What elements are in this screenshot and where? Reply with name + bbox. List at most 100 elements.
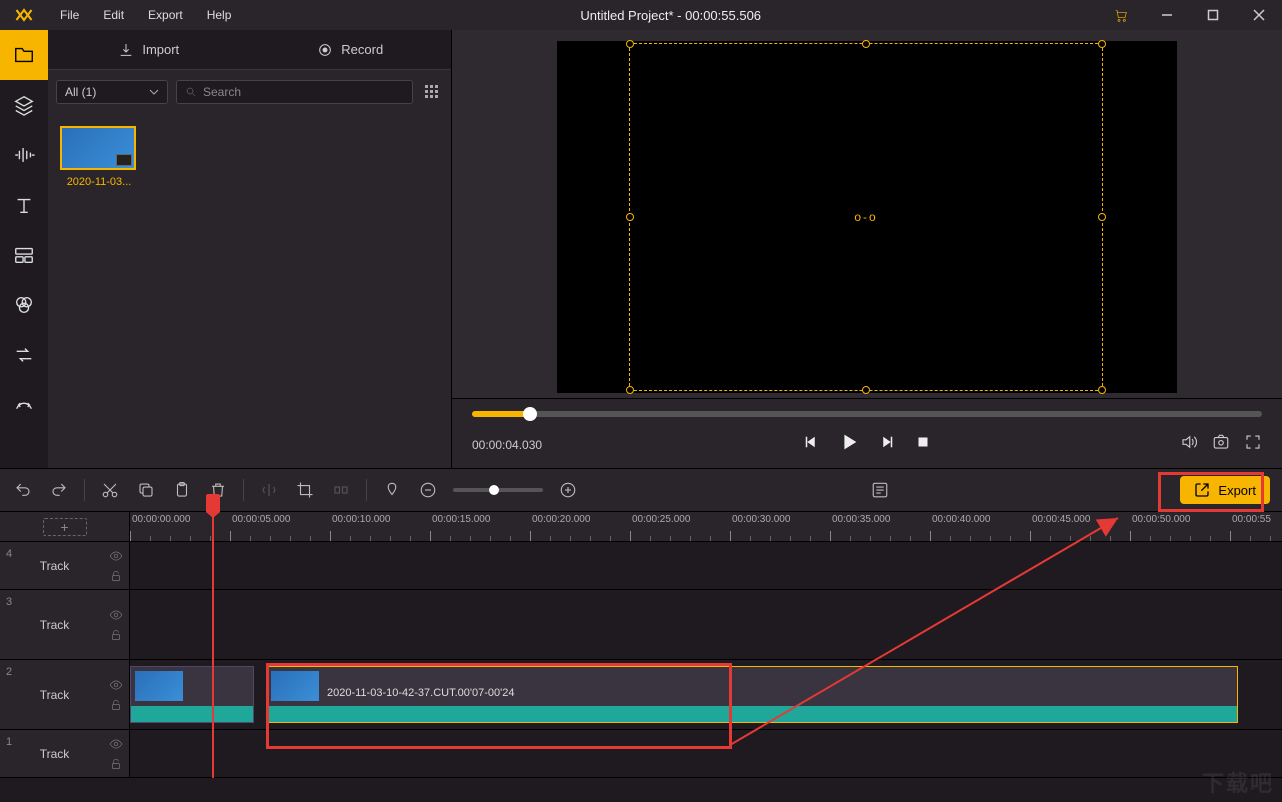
media-panel: Import Record All (1) Search 2020-11-03.… [48,30,452,468]
menu-bar: FileEditExportHelp [48,0,243,30]
crop-handle-bl[interactable] [626,386,634,394]
tool-rail [0,30,48,468]
behaviors-icon[interactable] [0,380,48,430]
paste-icon[interactable] [171,479,193,501]
lock-icon[interactable] [109,698,123,712]
split-icon[interactable] [258,479,280,501]
lock-icon[interactable] [109,569,123,583]
view-grid-icon[interactable] [421,84,443,100]
search-input[interactable]: Search [176,80,413,104]
crop-handle-ml[interactable] [626,213,634,221]
timeline-clip[interactable]: 2020-11-03-10-42-37.CUT.00'07-00'24 [266,666,1238,723]
copy-icon[interactable] [135,479,157,501]
cart-icon[interactable] [1098,0,1144,30]
track-body[interactable]: 2020-11-03-10-42-37.CUT.00'07-00'24 [130,660,1282,729]
crop-handle-tl[interactable] [626,40,634,48]
track-row: 1Track [0,730,1282,778]
visibility-icon[interactable] [109,678,123,692]
prev-frame-button[interactable] [802,433,820,456]
seek-knob[interactable] [523,407,537,421]
track-number: 3 [6,596,12,608]
media-tab-icon[interactable] [0,30,48,80]
import-button[interactable]: Import [48,30,250,70]
next-frame-button[interactable] [878,433,896,456]
track-row: 3Track [0,590,1282,660]
visibility-icon[interactable] [109,549,123,563]
clip-audio-wave [267,706,1237,722]
text-icon[interactable] [0,180,48,230]
preview-panel: o-o 00:00:04.030 [452,30,1282,468]
filters-icon[interactable] [0,280,48,330]
menu-export[interactable]: Export [136,0,195,30]
media-item[interactable]: 2020-11-03... [60,126,138,188]
overlay-icon[interactable] [0,230,48,280]
watermark: 下载吧 [1202,766,1274,798]
stop-button[interactable] [914,433,932,456]
crop-icon[interactable] [294,479,316,501]
track-number: 1 [6,736,12,748]
record-button[interactable]: Record [250,30,452,70]
seek-slider[interactable] [472,411,1262,417]
delete-icon[interactable] [207,479,229,501]
redo-button[interactable] [48,479,70,501]
menu-edit[interactable]: Edit [91,0,136,30]
lock-icon[interactable] [109,757,123,771]
visibility-icon[interactable] [109,737,123,751]
crop-handle-bm[interactable] [862,386,870,394]
add-track-button[interactable]: + [43,518,87,536]
lock-icon[interactable] [109,628,123,642]
title-bar: FileEditExportHelp Untitled Project* - 0… [0,0,1282,30]
marker-icon[interactable] [381,479,403,501]
fullscreen-icon[interactable] [1244,433,1262,456]
search-placeholder: Search [203,85,241,99]
maximize-button[interactable] [1190,0,1236,30]
timeline-settings-icon[interactable] [869,479,891,501]
track-row: 2Track 2020-11-03-10-42-37.CUT.00'07-00'2… [0,660,1282,730]
window-title: Untitled Project* - 00:00:55.506 [243,8,1098,23]
track-head: 3Track [0,590,130,659]
menu-file[interactable]: File [48,0,91,30]
crop-handle-tr[interactable] [1098,40,1106,48]
track-label: Track [0,747,109,761]
track-body[interactable] [130,542,1282,589]
app-logo [0,0,48,30]
cut-icon[interactable] [99,479,121,501]
layers-icon[interactable] [0,80,48,130]
play-button[interactable] [838,431,860,458]
zoom-slider[interactable] [453,488,543,492]
track-label: Track [0,559,109,573]
snap-icon[interactable] [330,479,352,501]
aspect-link-icon[interactable]: o-o [854,210,877,224]
timeline-clip[interactable] [130,666,254,723]
track-head: 4Track [0,542,130,589]
preview-canvas[interactable]: o-o [557,41,1177,393]
media-filter-dropdown[interactable]: All (1) [56,80,168,104]
track-body[interactable] [130,590,1282,659]
record-label: Record [341,42,383,57]
track-number: 2 [6,666,12,678]
transitions-icon[interactable] [0,330,48,380]
zoom-knob[interactable] [489,485,499,495]
zoom-in-icon[interactable] [557,479,579,501]
crop-handle-tm[interactable] [862,40,870,48]
visibility-icon[interactable] [109,608,123,622]
timeline-ruler-row: + 00:00:00.00000:00:05.00000:00:10.00000… [0,512,1282,542]
track-head: 2Track [0,660,130,729]
export-button[interactable]: Export [1180,476,1270,504]
track-body[interactable] [130,730,1282,777]
playback-bar: 00:00:04.030 [452,398,1282,468]
snapshot-icon[interactable] [1212,433,1230,456]
audio-icon[interactable] [0,130,48,180]
timeline-ruler[interactable]: 00:00:00.00000:00:05.00000:00:10.00000:0… [130,512,1282,541]
import-label: Import [142,42,179,57]
crop-handle-mr[interactable] [1098,213,1106,221]
minimize-button[interactable] [1144,0,1190,30]
menu-help[interactable]: Help [195,0,244,30]
crop-handle-br[interactable] [1098,386,1106,394]
volume-icon[interactable] [1180,433,1198,456]
track-number: 4 [6,548,12,560]
zoom-out-icon[interactable] [417,479,439,501]
undo-button[interactable] [12,479,34,501]
close-button[interactable] [1236,0,1282,30]
crop-frame[interactable]: o-o [629,43,1103,391]
